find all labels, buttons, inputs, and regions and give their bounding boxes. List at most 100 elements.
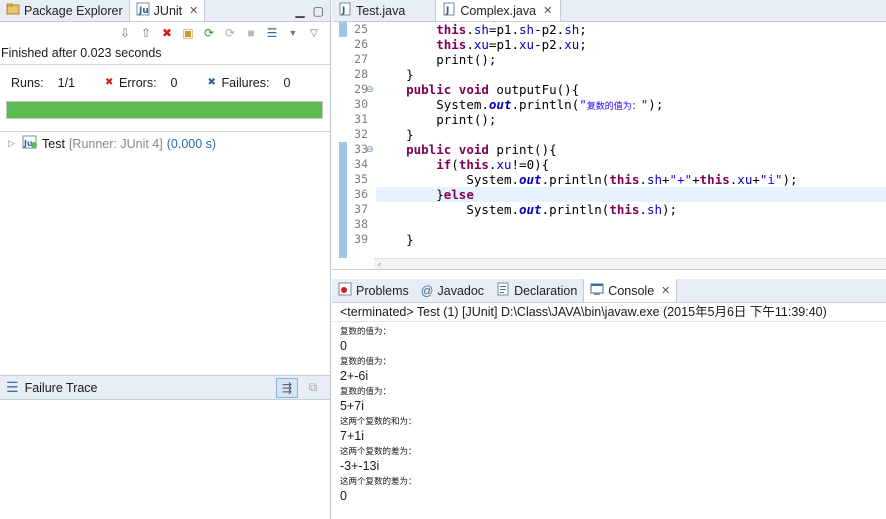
code-line[interactable]: this.xu=p1.xu-p2.xu; — [376, 37, 886, 52]
code-token: -p2. — [534, 22, 565, 37]
code-token: this — [699, 172, 730, 187]
code-token: void — [458, 82, 489, 97]
line-number: 37 — [354, 202, 368, 216]
code-token: out — [519, 202, 542, 217]
tab-console[interactable]: Console ✕ — [583, 279, 678, 302]
code-line[interactable]: }else — [376, 187, 886, 202]
code-token: this — [436, 37, 467, 52]
console-line: 这两个复数的差为： — [340, 476, 417, 486]
tab-package-explorer[interactable]: Package Explorer — [0, 0, 129, 21]
code-token: . — [466, 22, 474, 37]
code-line[interactable]: System.out.println("复数的值为："); — [376, 97, 886, 112]
show-failures-only-icon[interactable]: ✖ — [159, 25, 175, 41]
code-token: "i" — [759, 172, 783, 187]
minimize-icon[interactable]: ▁ — [295, 4, 304, 18]
tab-javadoc-label: Javadoc — [437, 283, 485, 298]
runs-value: 1/1 — [57, 76, 76, 90]
line-number: 33 — [354, 142, 368, 156]
code-line[interactable]: public void outputFu(){ — [376, 82, 886, 97]
code-token: xu — [737, 172, 753, 187]
next-failure-icon[interactable]: ⇩ — [117, 25, 133, 41]
line-number: 26 — [354, 37, 368, 51]
chevron-left-icon[interactable]: ‹ — [378, 259, 381, 269]
junit-counters: Runs: 1/1 ✖ Errors: 0 ✖ Failures: 0 — [11, 76, 320, 90]
console-output[interactable]: 复数的值为： 0 复数的值为： 2+-6i 复数的值为： 5+7i 这两个复数的和为： 7+1… — [340, 324, 417, 504]
maximize-icon[interactable]: ▢ — [313, 4, 324, 18]
code-line[interactable] — [376, 217, 886, 232]
code-line[interactable]: public void print(){ — [376, 142, 886, 157]
code-line[interactable]: print(); — [376, 52, 886, 67]
code-token: this — [609, 172, 640, 187]
code-line[interactable]: System.out.println(this.sh+"+"+this.xu+"… — [376, 172, 886, 187]
tab-complex-java[interactable]: J Complex.java ✕ — [435, 0, 562, 21]
stop-icon[interactable]: ■ — [243, 25, 259, 41]
code-token: xu — [564, 37, 580, 52]
code-token: System. — [466, 172, 519, 187]
code-line[interactable]: System.out.println(this.sh); — [376, 202, 886, 217]
fold-toggle-icon[interactable]: ⊖ — [366, 144, 374, 155]
failures-label: Failures: — [221, 76, 270, 90]
code-token: } — [436, 187, 444, 202]
divider — [0, 64, 330, 65]
code-token: ); — [782, 172, 798, 187]
test-runner: [Runner: JUnit 4] — [68, 136, 163, 151]
rerun-test-icon[interactable]: ⟳ — [201, 25, 217, 41]
close-icon[interactable]: ✕ — [661, 284, 670, 297]
view-menu-icon[interactable]: ▽ — [306, 25, 322, 41]
fold-toggle-icon[interactable]: ⊖ — [366, 84, 374, 95]
console-icon — [590, 282, 604, 299]
code-line[interactable]: this.sh=p1.sh-p2.sh; — [376, 22, 886, 37]
console-line: 这两个复数的差为： — [340, 446, 417, 456]
code-line[interactable]: } — [376, 232, 886, 247]
scroll-lock-icon[interactable]: ▣ — [180, 25, 196, 41]
package-explorer-icon — [6, 2, 20, 19]
compare-result-icon[interactable]: ⧉ — [302, 378, 324, 398]
declaration-icon — [496, 282, 510, 299]
tab-javadoc[interactable]: @ Javadoc — [415, 279, 490, 302]
filter-stack-trace-icon[interactable]: ⇶ — [276, 377, 298, 398]
java-file-icon: J — [442, 2, 456, 19]
chevron-down-icon[interactable]: ▼ — [285, 25, 301, 41]
code-token: -p2. — [534, 37, 565, 52]
svg-text:J: J — [445, 6, 449, 16]
divider — [0, 131, 330, 132]
horizontal-scrollbar[interactable]: ‹ — [374, 258, 886, 269]
code-token: . — [466, 37, 474, 52]
code-token: ); — [662, 202, 678, 217]
console-line: 7+1i — [340, 429, 364, 443]
close-icon[interactable]: ✕ — [543, 4, 552, 17]
console-line: 2+-6i — [340, 369, 369, 383]
code-line[interactable]: print(); — [376, 112, 886, 127]
code-editor[interactable]: 25 26 27 28 29 ⊖ 30 31 32 33 ⊖ 34 35 36 37 38 39 this.sh… — [332, 22, 886, 270]
tab-declaration[interactable]: Declaration — [490, 279, 583, 302]
close-icon[interactable]: ✕ — [189, 4, 198, 17]
right-panel: J Test.java J Complex.java ✕ 25 26 27 28 29 ⊖… — [332, 0, 886, 519]
tab-console-label: Console — [608, 283, 655, 298]
test-run-history-icon[interactable]: ☰ — [264, 25, 280, 41]
tab-junit[interactable]: Ju JUnit ✕ — [128, 0, 206, 21]
errors-counter: ✖ Errors: 0 — [105, 76, 177, 90]
previous-failure-icon[interactable]: ⇧ — [138, 25, 154, 41]
tab-package-explorer-label: Package Explorer — [24, 3, 123, 18]
code-token: this — [458, 157, 489, 172]
runs-counter: Runs: 1/1 — [11, 76, 75, 90]
failure-icon: ✖ — [207, 77, 216, 88]
tab-problems[interactable]: Problems — [332, 279, 415, 302]
chevron-right-icon[interactable]: ▷ — [8, 138, 18, 149]
rerun-failed-first-icon[interactable]: ⟳ — [222, 25, 238, 41]
code-line[interactable]: if(this.xu!=0){ — [376, 157, 886, 172]
code-line[interactable]: } — [376, 67, 886, 82]
code-line[interactable]: } — [376, 127, 886, 142]
test-tree-item[interactable]: ▷ Ju Test [Runner: JUnit 4] (0.000 s) — [8, 135, 216, 152]
tab-test-java[interactable]: J Test.java — [332, 0, 435, 21]
line-number: 39 — [354, 232, 368, 246]
code-token: print(); — [436, 112, 497, 127]
